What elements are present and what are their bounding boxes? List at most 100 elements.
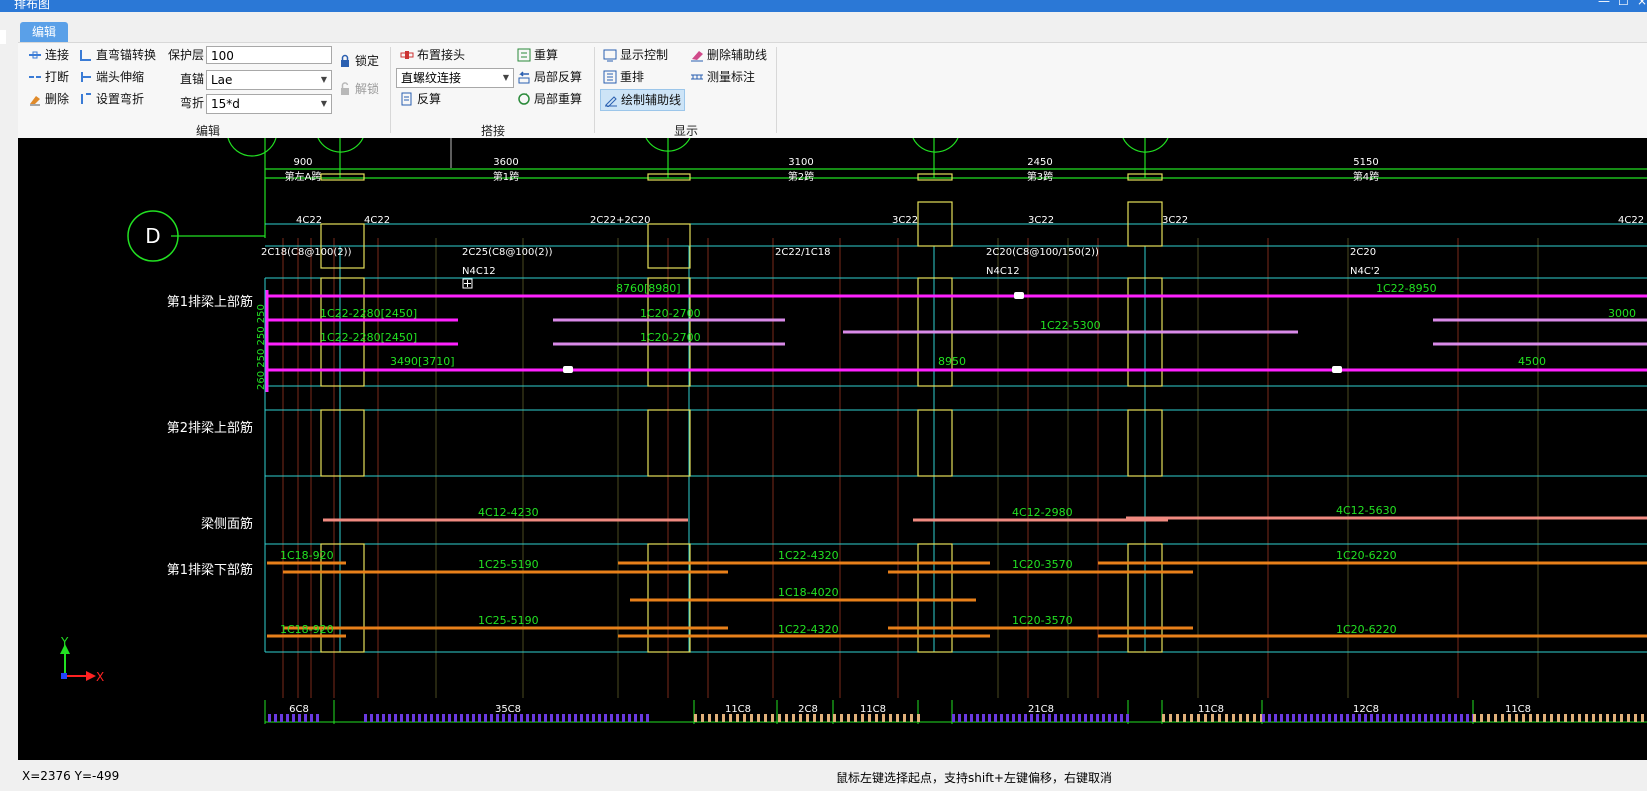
delete-label: 删除 [45, 92, 70, 106]
local-recalc-button[interactable]: 局部重算 [517, 89, 582, 109]
connect-icon [28, 48, 42, 62]
ribbon-tab-row: 编辑 [0, 12, 1647, 44]
delete-button[interactable]: 删除 [28, 89, 69, 109]
draw-aux-line-label: 绘制辅助线 [621, 93, 682, 107]
straight-anchor-value: Lae [211, 73, 233, 87]
ruler-icon [690, 70, 704, 84]
bar-label: 4C12-2980 [1012, 506, 1073, 519]
row-labels: 第1排梁上部筋 第2排梁上部筋 梁侧面筋 第1排梁下部筋 [167, 294, 253, 578]
bottom-bars[interactable] [267, 561, 1647, 638]
stirrup-label: 2C20 [1350, 247, 1376, 258]
recalc-button[interactable]: 重算 [517, 45, 558, 65]
cover-input[interactable]: 100 [206, 46, 332, 64]
rebar-label: 4C22 [1618, 215, 1644, 226]
span-dim: 3100 [788, 157, 813, 168]
measure-button[interactable]: 测量标注 [690, 67, 755, 87]
set-bend-button[interactable]: 设置弯折 [79, 89, 144, 109]
joint-marker-icon[interactable] [563, 366, 573, 373]
close-button[interactable]: × [1637, 0, 1647, 8]
draw-aux-line-button[interactable]: 绘制辅助线 [600, 89, 686, 111]
coordinate-readout: X=2376 Y=-499 [22, 769, 120, 783]
display-control-icon [603, 48, 617, 62]
bar-label: 1C22-4320 [778, 623, 839, 636]
joint-type-select[interactable]: 直螺纹连接 ▼ [396, 68, 514, 88]
lock-icon [338, 54, 352, 68]
rearrange-button[interactable]: 重排 [603, 67, 644, 87]
bar-label: 3000 [1608, 307, 1636, 320]
reverse-calc-button[interactable]: 反算 [400, 89, 441, 109]
straight-anchor-convert-button[interactable]: 直弯锚转换 [79, 45, 156, 65]
left-strip [0, 138, 18, 760]
stirrup-count: 35C8 [495, 704, 521, 715]
recalc-label: 重算 [534, 48, 559, 62]
group-label-display: 显示 [673, 124, 698, 138]
stirrup-label: 2C20(C8@100/150(2)) [986, 247, 1099, 258]
drawing-canvas[interactable]: D 900 3600 3100 2450 5150 第左A跨 第1跨 第2跨 第… [18, 138, 1647, 760]
bar-label: 3490[3710] [390, 355, 455, 368]
stirrup-count-labels: 6C8 35C8 11C8 2C8 11C8 21C8 11C8 12C8 11… [289, 704, 1531, 715]
span-dim: 3600 [493, 157, 518, 168]
rebar-label: 3C22 [1162, 215, 1188, 226]
bar-label: 1C22-2280[2450] [320, 331, 417, 344]
maximize-button[interactable]: ☐ [1618, 0, 1629, 8]
bar-label: 1C18-920 [280, 549, 334, 562]
joint-type-value: 直螺纹连接 [401, 71, 462, 85]
display-control-button[interactable]: 显示控制 [603, 45, 668, 65]
vertical-dimension: 260 250 250 250 [256, 304, 267, 390]
bar-label: 1C25-5190 [478, 614, 539, 627]
unlock-label: 解锁 [355, 82, 380, 96]
connect-button[interactable]: 连接 [28, 45, 69, 65]
bend-icon [79, 92, 93, 106]
status-bar: X=2376 Y=-499 鼠标左键选择起点，支持shift+左键偏移，右键取消 [0, 760, 1647, 791]
rebar-layout-drawing[interactable]: D 900 3600 3100 2450 5150 第左A跨 第1跨 第2跨 第… [18, 138, 1647, 760]
lock-button[interactable]: 锁定 [338, 51, 379, 71]
local-reverse-label: 局部反算 [534, 70, 583, 84]
minimize-button[interactable]: — [1598, 0, 1610, 8]
bar-label: 1C20-2700 [640, 331, 701, 344]
bar-label: 1C25-5190 [478, 558, 539, 571]
top-bars[interactable] [265, 290, 1647, 392]
row-label: 梁侧面筋 [201, 516, 253, 532]
eraser-icon [690, 48, 704, 62]
delete-aux-line-button[interactable]: 删除辅助线 [690, 45, 767, 65]
span-dim: 5150 [1353, 157, 1378, 168]
tab-edit[interactable]: 编辑 [20, 22, 68, 42]
straight-anchor-select[interactable]: Lae ▼ [206, 70, 332, 90]
rebar-label: 3C22 [892, 215, 918, 226]
stirrup-count: 11C8 [860, 704, 886, 715]
unlock-button[interactable]: 解锁 [338, 79, 379, 99]
cover-label: 保护层 [168, 48, 205, 62]
local-reverse-icon [517, 70, 531, 84]
stirrup-label: 2C22/1C18 [775, 247, 831, 258]
lock-label: 锁定 [355, 54, 380, 68]
rebar-label: 2C22+2C20 [590, 215, 651, 226]
bend-select[interactable]: 15*d ▼ [206, 94, 332, 114]
place-joint-button[interactable]: 布置接头 [400, 45, 465, 65]
stirrup-ticks [268, 714, 1644, 722]
span-dim: 2450 [1027, 157, 1052, 168]
bar-label: 1C20-6220 [1336, 623, 1397, 636]
bar-label: 4500 [1518, 355, 1546, 368]
bend-label: 弯折 [180, 96, 205, 110]
break-label: 打断 [45, 70, 70, 84]
status-hint: 鼠标左键选择起点，支持shift+左键偏移，右键取消 [836, 771, 1112, 785]
bar-label: 1C20-3570 [1012, 614, 1073, 627]
row-label: 第1排梁上部筋 [167, 294, 253, 310]
bar-label: 1C22-2280[2450] [320, 307, 417, 320]
axis-x-label: X [96, 670, 104, 684]
break-button[interactable]: 打断 [28, 67, 69, 87]
group-label-splice: 搭接 [480, 124, 505, 138]
stirrup-count: 11C8 [1505, 704, 1531, 715]
reverse-calc-icon [400, 92, 414, 106]
local-reverse-button[interactable]: 局部反算 [517, 67, 582, 87]
span-name: 第2跨 [788, 170, 814, 183]
chevron-down-icon: ▼ [502, 73, 509, 82]
window-title: 排布图 [14, 0, 51, 11]
end-extend-button[interactable]: 端头伸缩 [79, 67, 144, 87]
bar-label: 1C22-8950 [1376, 282, 1437, 295]
joint-marker-icon[interactable] [1014, 292, 1024, 299]
bend-value: 15*d [211, 97, 240, 111]
rearrange-icon [603, 70, 617, 84]
joint-marker-icon[interactable] [1332, 366, 1342, 373]
plus-icon [464, 280, 471, 287]
